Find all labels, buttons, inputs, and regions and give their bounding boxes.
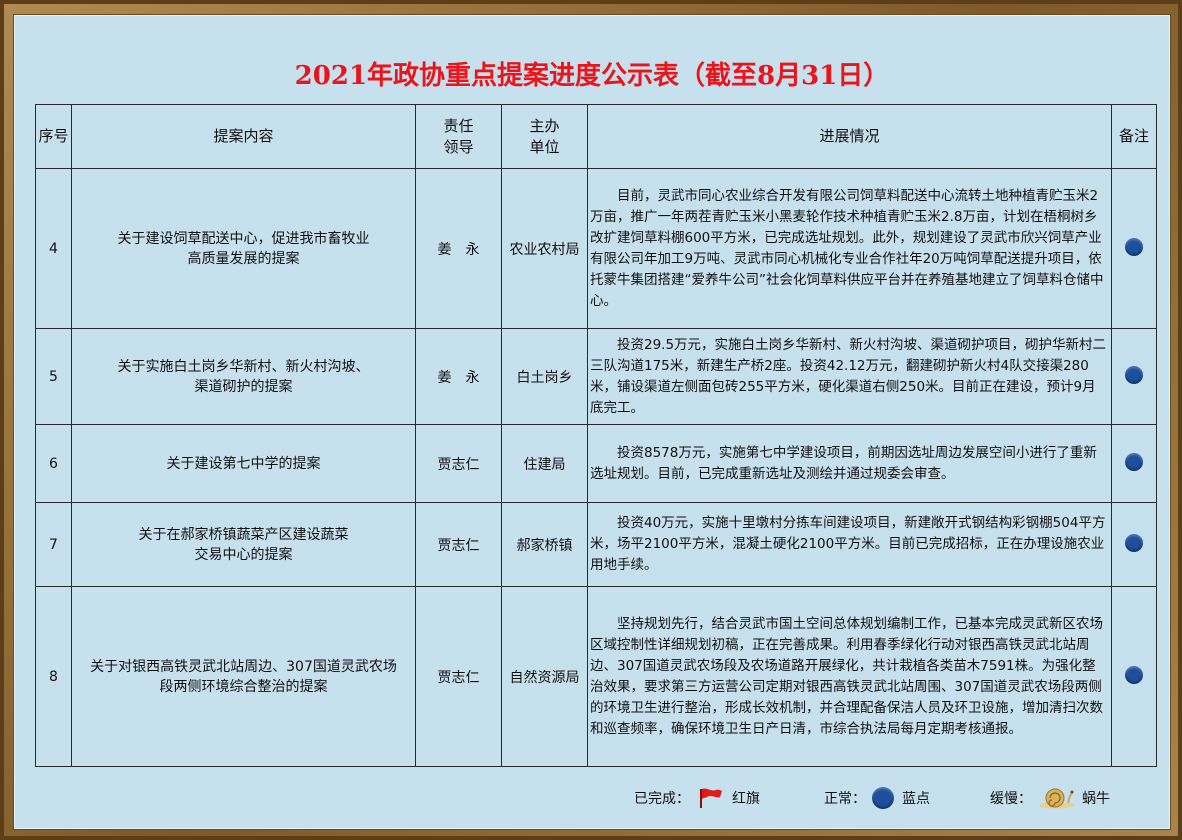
row-seq: 8 <box>35 586 72 767</box>
proposal-table: 序号 提案内容 责任 领导 主办 单位 进展情况 备注 4 关于建设饲草配送中心… <box>35 104 1157 767</box>
table-row: 7 关于在郝家桥镇蔬菜产区建设蔬菜 交易中心的提案 贾志仁 郝家桥镇 投资40万… <box>35 502 1157 587</box>
header-leader: 责任 领导 <box>415 104 502 169</box>
row-progress: 目前，灵武市同心农业综合开发有限公司饲草料配送中心流转土地种植青贮玉米2万亩，推… <box>587 168 1112 329</box>
legend-slow: 缓慢： 蜗牛 <box>990 785 1110 811</box>
row-status <box>1111 502 1157 587</box>
row-content: 关于建设第七中学的提案 <box>71 424 416 503</box>
table-header-row: 序号 提案内容 责任 领导 主办 单位 进展情况 备注 <box>35 104 1157 169</box>
row-content-line1: 关于建设第七中学的提案 <box>166 455 321 472</box>
row-content-line1: 关于实施白土岗乡华新村、新火村沟坡、 <box>117 358 370 375</box>
row-content: 关于实施白土岗乡华新村、新火村沟坡、 渠道砌护的提案 <box>71 328 416 425</box>
row-unit: 郝家桥镇 <box>501 502 588 587</box>
row-unit: 白土岗乡 <box>501 328 588 425</box>
row-unit: 农业农村局 <box>501 168 588 329</box>
row-seq: 6 <box>35 424 72 503</box>
legend-done-label: 已完成： <box>634 791 690 807</box>
row-unit: 住建局 <box>501 424 588 503</box>
blue-dot-icon <box>1125 365 1143 384</box>
legend-normal-label: 正常： <box>824 791 866 807</box>
row-leader: 贾志仁 <box>415 502 502 587</box>
row-status <box>1111 586 1157 767</box>
row-progress-text: 目前，灵武市同心农业综合开发有限公司饲草料配送中心流转土地种植青贮玉米2万亩，推… <box>590 187 1104 309</box>
table-row: 5 关于实施白土岗乡华新村、新火村沟坡、 渠道砌护的提案 姜 永 白土岗乡 投资… <box>35 328 1157 425</box>
legend-slow-symbol: 蜗牛 <box>1082 791 1110 807</box>
row-leader: 贾志仁 <box>415 424 502 503</box>
row-content: 关于建设饲草配送中心，促进我市畜牧业 高质量发展的提案 <box>71 168 416 329</box>
blue-dot-icon <box>1125 533 1143 552</box>
row-content-line2: 段两侧环境综合整治的提案 <box>159 678 328 695</box>
snail-icon <box>1040 788 1074 809</box>
row-content-line1: 关于在郝家桥镇蔬菜产区建设蔬菜 <box>138 526 349 543</box>
row-seq: 5 <box>35 328 72 425</box>
row-progress: 投资40万元，实施十里墩村分拣车间建设项目，新建敞开式钢结构彩钢棚504平方米，… <box>587 502 1112 587</box>
row-content-line2: 渠道砌护的提案 <box>194 378 293 395</box>
table-row: 8 关于对银西高铁灵武北站周边、307国道灵武农场 段两侧环境综合整治的提案 贾… <box>35 586 1157 767</box>
row-content: 关于在郝家桥镇蔬菜产区建设蔬菜 交易中心的提案 <box>71 502 416 587</box>
row-status <box>1111 168 1157 329</box>
header-content: 提案内容 <box>71 104 416 169</box>
row-progress-text: 投资29.5万元，实施白土岗乡华新村、新火村沟坡、渠道砌护项目，砌护华新村二三队… <box>590 336 1107 416</box>
header-note: 备注 <box>1111 104 1157 169</box>
row-progress: 投资29.5万元，实施白土岗乡华新村、新火村沟坡、渠道砌护项目，砌护华新村二三队… <box>587 328 1112 425</box>
header-unit: 主办 单位 <box>501 104 588 169</box>
row-unit: 自然资源局 <box>501 586 588 767</box>
row-progress-text: 投资8578万元，实施第七中学建设项目，前期因选址周边发展空间小进行了重新选址规… <box>590 444 1097 482</box>
blue-dot-icon <box>1125 452 1143 471</box>
row-content: 关于对银西高铁灵武北站周边、307国道灵武农场 段两侧环境综合整治的提案 <box>71 586 416 767</box>
notice-board: 2021年政协重点提案进度公示表（截至8月31日） 序号 提案内容 责任 领导 … <box>13 14 1171 830</box>
row-content-line1: 关于对银西高铁灵武北站周边、307国道灵武农场 <box>90 658 397 675</box>
header-leader-line1: 责任 <box>443 116 474 135</box>
legend-done: 已完成： 红旗 <box>634 785 760 811</box>
row-progress: 坚持规划先行，结合灵武市国土空间总体规划编制工作，已基本完成灵武新区农场区域控制… <box>587 586 1112 767</box>
blue-dot-icon <box>1125 665 1143 684</box>
row-leader: 姜 永 <box>415 168 502 329</box>
row-status <box>1111 424 1157 503</box>
blue-dot-icon <box>1125 237 1143 256</box>
page-title: 2021年政协重点提案进度公示表（截至8月31日） <box>294 61 890 91</box>
blue-dot-icon <box>872 787 894 809</box>
header-unit-line1: 主办 <box>529 116 560 135</box>
row-progress: 投资8578万元，实施第七中学建设项目，前期因选址周边发展空间小进行了重新选址规… <box>587 424 1112 503</box>
red-flag-icon <box>700 788 722 808</box>
row-seq: 4 <box>35 168 72 329</box>
row-leader: 姜 永 <box>415 328 502 425</box>
header-leader-line2: 领导 <box>443 137 474 156</box>
row-progress-text: 坚持规划先行，结合灵武市国土空间总体规划编制工作，已基本完成灵武新区农场区域控制… <box>590 615 1103 737</box>
legend-normal: 正常： 蓝点 <box>824 785 930 811</box>
row-content-line1: 关于建设饲草配送中心，促进我市畜牧业 <box>117 230 370 247</box>
header-seq: 序号 <box>35 104 72 169</box>
legend-done-symbol: 红旗 <box>732 791 760 807</box>
legend-slow-label: 缓慢： <box>990 791 1032 807</box>
table-row: 4 关于建设饲草配送中心，促进我市畜牧业 高质量发展的提案 姜 永 农业农村局 … <box>35 168 1157 329</box>
row-status <box>1111 328 1157 425</box>
row-progress-text: 投资40万元，实施十里墩村分拣车间建设项目，新建敞开式钢结构彩钢棚504平方米，… <box>590 515 1106 573</box>
row-content-line2: 高质量发展的提案 <box>187 250 300 267</box>
row-leader: 贾志仁 <box>415 586 502 767</box>
header-unit-line2: 单位 <box>529 137 560 156</box>
table-row: 6 关于建设第七中学的提案 贾志仁 住建局 投资8578万元，实施第七中学建设项… <box>35 424 1157 503</box>
header-progress: 进展情况 <box>587 104 1112 169</box>
legend-normal-symbol: 蓝点 <box>902 791 930 807</box>
row-content-line2: 交易中心的提案 <box>194 546 293 563</box>
row-seq: 7 <box>35 502 72 587</box>
